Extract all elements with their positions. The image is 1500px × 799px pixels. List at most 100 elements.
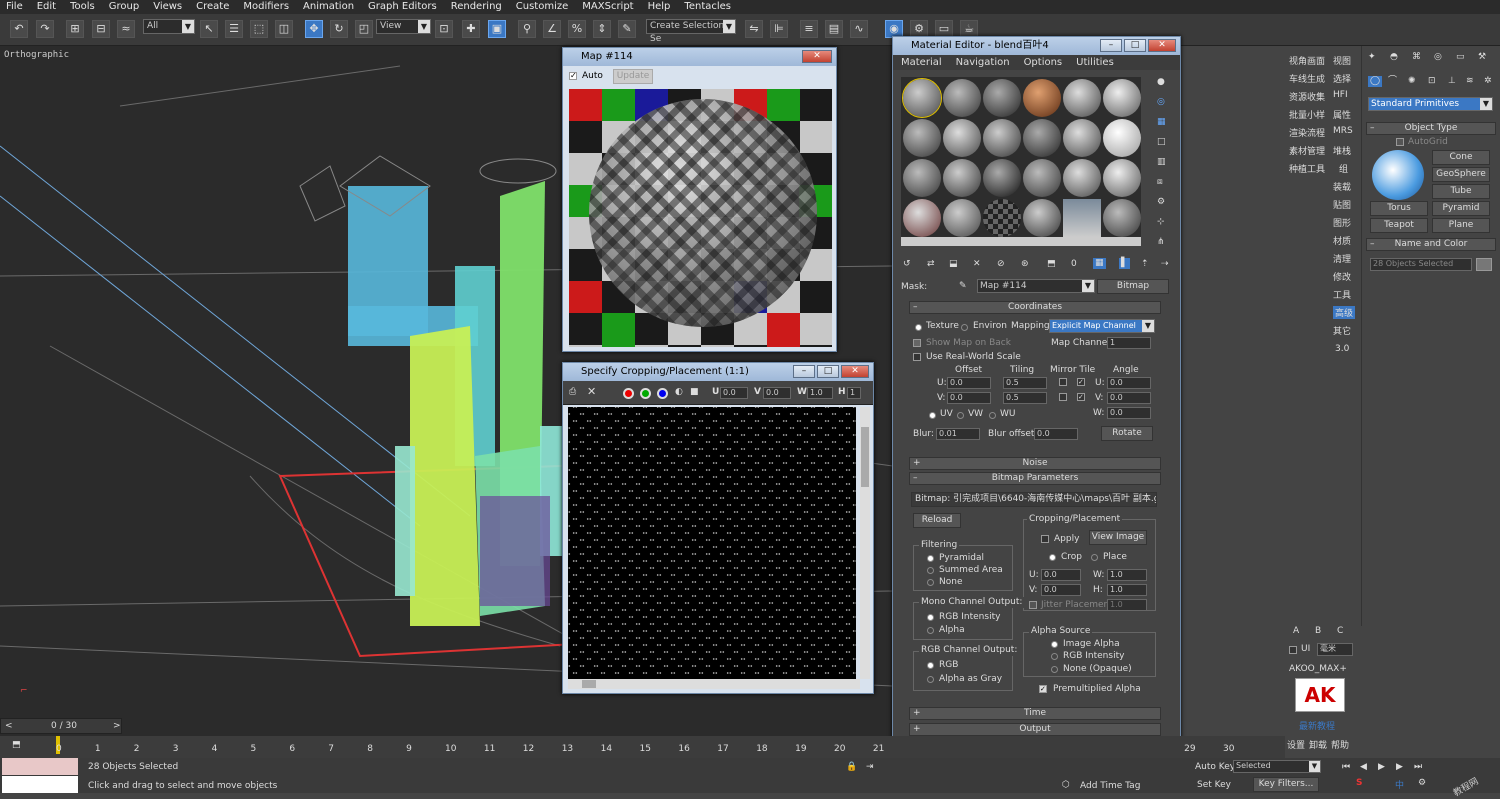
sample-slot[interactable] xyxy=(1103,79,1141,117)
menu-views[interactable]: Views xyxy=(153,0,182,14)
put-to-scene-icon[interactable]: ⇄ xyxy=(927,259,935,270)
cjk-col-item[interactable]: 材质 xyxy=(1333,234,1351,247)
crop-radio[interactable] xyxy=(1049,554,1056,561)
crop-window-titlebar[interactable]: Specify Cropping/Placement (1:1) – □ ✕ xyxy=(563,363,873,381)
cjk-menu-item[interactable]: 渲染流程 xyxy=(1289,126,1325,139)
crop-w-field[interactable]: 1.0 xyxy=(807,387,833,399)
systems-icon[interactable]: ✲ xyxy=(1484,76,1492,87)
rotate-icon[interactable]: ↻ xyxy=(330,20,348,38)
tube-button[interactable]: Tube xyxy=(1432,184,1490,199)
go-to-parent-icon[interactable]: ⇡ xyxy=(1141,259,1149,270)
key-selection-dropdown[interactable]: Selected ▼ xyxy=(1233,760,1321,773)
minimize-button[interactable]: – xyxy=(793,365,815,378)
select-object-icon[interactable]: ↖ xyxy=(200,20,218,38)
go-to-end-icon[interactable]: ⏭ xyxy=(1414,762,1422,773)
menu-help[interactable]: Help xyxy=(648,0,671,14)
sample-slot[interactable] xyxy=(983,79,1021,117)
key-filters-button[interactable]: Key Filters... xyxy=(1253,777,1319,792)
jitter-checkbox[interactable] xyxy=(1029,601,1037,609)
mapping-dropdown[interactable]: Explicit Map Channel ▼ xyxy=(1049,319,1155,333)
align-icon[interactable]: ⊫ xyxy=(770,20,788,38)
output-rollout[interactable]: + Output xyxy=(909,723,1161,736)
cone-button[interactable]: Cone xyxy=(1432,150,1490,165)
background-icon[interactable]: ▦ xyxy=(1157,117,1166,128)
minimize-button[interactable]: – xyxy=(1100,39,1122,52)
cjk-col-item[interactable]: 修改 xyxy=(1333,270,1351,283)
crop-image-canvas[interactable] xyxy=(568,407,856,679)
cjk-menu-item[interactable]: 视角画面 xyxy=(1289,54,1325,67)
put-to-library-icon[interactable]: ⬒ xyxy=(1047,259,1056,270)
autogrid-checkbox[interactable] xyxy=(1396,138,1404,146)
show-map-back-checkbox[interactable] xyxy=(913,339,921,347)
v-tile-checkbox[interactable]: ✓ xyxy=(1077,393,1085,401)
menu-file[interactable]: File xyxy=(6,0,23,14)
sample-slot[interactable] xyxy=(1063,119,1101,157)
layer-icon[interactable]: ≡ xyxy=(800,20,818,38)
menu-edit[interactable]: Edit xyxy=(37,0,56,14)
next-frame-icon[interactable]: ▶ xyxy=(1396,762,1403,773)
cjk-col-item[interactable]: HFI xyxy=(1333,90,1348,100)
coordinates-rollout[interactable]: – Coordinates xyxy=(909,301,1161,314)
none-opaque-radio[interactable] xyxy=(1051,666,1058,673)
go-forward-sibling-icon[interactable]: ⇢ xyxy=(1161,259,1169,270)
cjk-col-item[interactable]: MRS xyxy=(1333,126,1353,136)
angle-snap-icon[interactable]: ∠ xyxy=(543,20,561,38)
maxscript-listener[interactable] xyxy=(2,758,78,775)
u-mirror-checkbox[interactable] xyxy=(1059,378,1067,386)
sample-slot[interactable] xyxy=(1063,79,1101,117)
utilities-tab-icon[interactable]: ⚒ xyxy=(1478,52,1486,63)
sample-slot[interactable] xyxy=(902,78,942,118)
keyboard-shortcut-icon[interactable]: ▣ xyxy=(488,20,506,38)
cjk-col-item[interactable]: 图形 xyxy=(1333,216,1351,229)
maximize-button[interactable]: □ xyxy=(1124,39,1146,52)
lights-icon[interactable]: ✺ xyxy=(1408,76,1416,87)
get-material-icon[interactable]: ↺ xyxy=(903,259,911,270)
map-name-field[interactable]: Map #114 ▼ xyxy=(977,279,1095,293)
menu-maxscript[interactable]: MAXScript xyxy=(582,0,633,14)
play-icon[interactable]: ▶ xyxy=(1378,762,1385,773)
cjk-menu-item[interactable]: 素材管理 xyxy=(1289,144,1325,157)
menu-customize[interactable]: Customize xyxy=(516,0,569,14)
add-time-tag[interactable]: Add Time Tag xyxy=(1080,781,1140,792)
uv-tiling-icon[interactable]: □ xyxy=(1157,137,1166,148)
menu-modifiers[interactable]: Modifiers xyxy=(243,0,289,14)
green-channel-icon[interactable] xyxy=(640,388,651,399)
eyedropper-icon[interactable]: ✎ xyxy=(959,281,967,292)
u-angle-field[interactable]: 0.0 xyxy=(1107,377,1151,389)
pivot-icon[interactable]: ⊡ xyxy=(435,20,453,38)
time-tag-icon[interactable]: ⬡ xyxy=(1062,780,1070,791)
primitives-dropdown[interactable]: Standard Primitives ▼ xyxy=(1368,97,1493,111)
ui-checkbox[interactable] xyxy=(1289,646,1297,654)
sample-slots-scrollbar[interactable] xyxy=(901,237,1141,246)
sample-slot[interactable] xyxy=(903,159,941,197)
u-tiling-field[interactable]: 0.5 xyxy=(1003,377,1047,389)
relative-absolute-icon[interactable]: ⇥ xyxy=(866,762,874,773)
v-mirror-checkbox[interactable] xyxy=(1059,393,1067,401)
cjk-col-item[interactable]: 视图 xyxy=(1333,54,1351,67)
abc-button-a[interactable]: A xyxy=(1293,626,1299,637)
display-tab-icon[interactable]: ▭ xyxy=(1456,52,1465,63)
selection-filter-dropdown[interactable]: All ▼ xyxy=(143,19,195,34)
real-world-checkbox[interactable] xyxy=(913,353,921,361)
crop-h-value[interactable]: 1.0 xyxy=(1107,584,1147,596)
cjk-menu-item[interactable]: 车线生成 xyxy=(1289,72,1325,85)
settings-link[interactable]: 设置 xyxy=(1287,738,1305,751)
sample-slot[interactable] xyxy=(1023,119,1061,157)
reload-button[interactable]: Reload xyxy=(913,513,961,528)
noise-rollout[interactable]: + Noise xyxy=(909,457,1161,470)
sample-slot[interactable] xyxy=(1103,119,1141,157)
undo-icon[interactable]: ↶ xyxy=(10,20,28,38)
sample-slot[interactable] xyxy=(943,79,981,117)
torus-button[interactable]: Torus xyxy=(1370,201,1428,216)
rgb-radio[interactable] xyxy=(927,662,934,669)
rotate-button[interactable]: Rotate xyxy=(1101,426,1153,441)
curve-editor-icon[interactable]: ∿ xyxy=(850,20,868,38)
close-x-icon[interactable]: ✕ xyxy=(587,386,596,397)
scale-icon[interactable]: ◰ xyxy=(355,20,373,38)
jitter-field[interactable]: 1.0 xyxy=(1107,599,1147,611)
geosphere-button[interactable]: GeoSphere xyxy=(1432,167,1490,182)
spinner-snap-icon[interactable]: ⇕ xyxy=(593,20,611,38)
time-slider[interactable]: < 0 / 30 > xyxy=(0,718,122,734)
map-channel-field[interactable]: 1 xyxy=(1107,337,1151,349)
geometry-icon[interactable]: ◯ xyxy=(1368,76,1383,87)
